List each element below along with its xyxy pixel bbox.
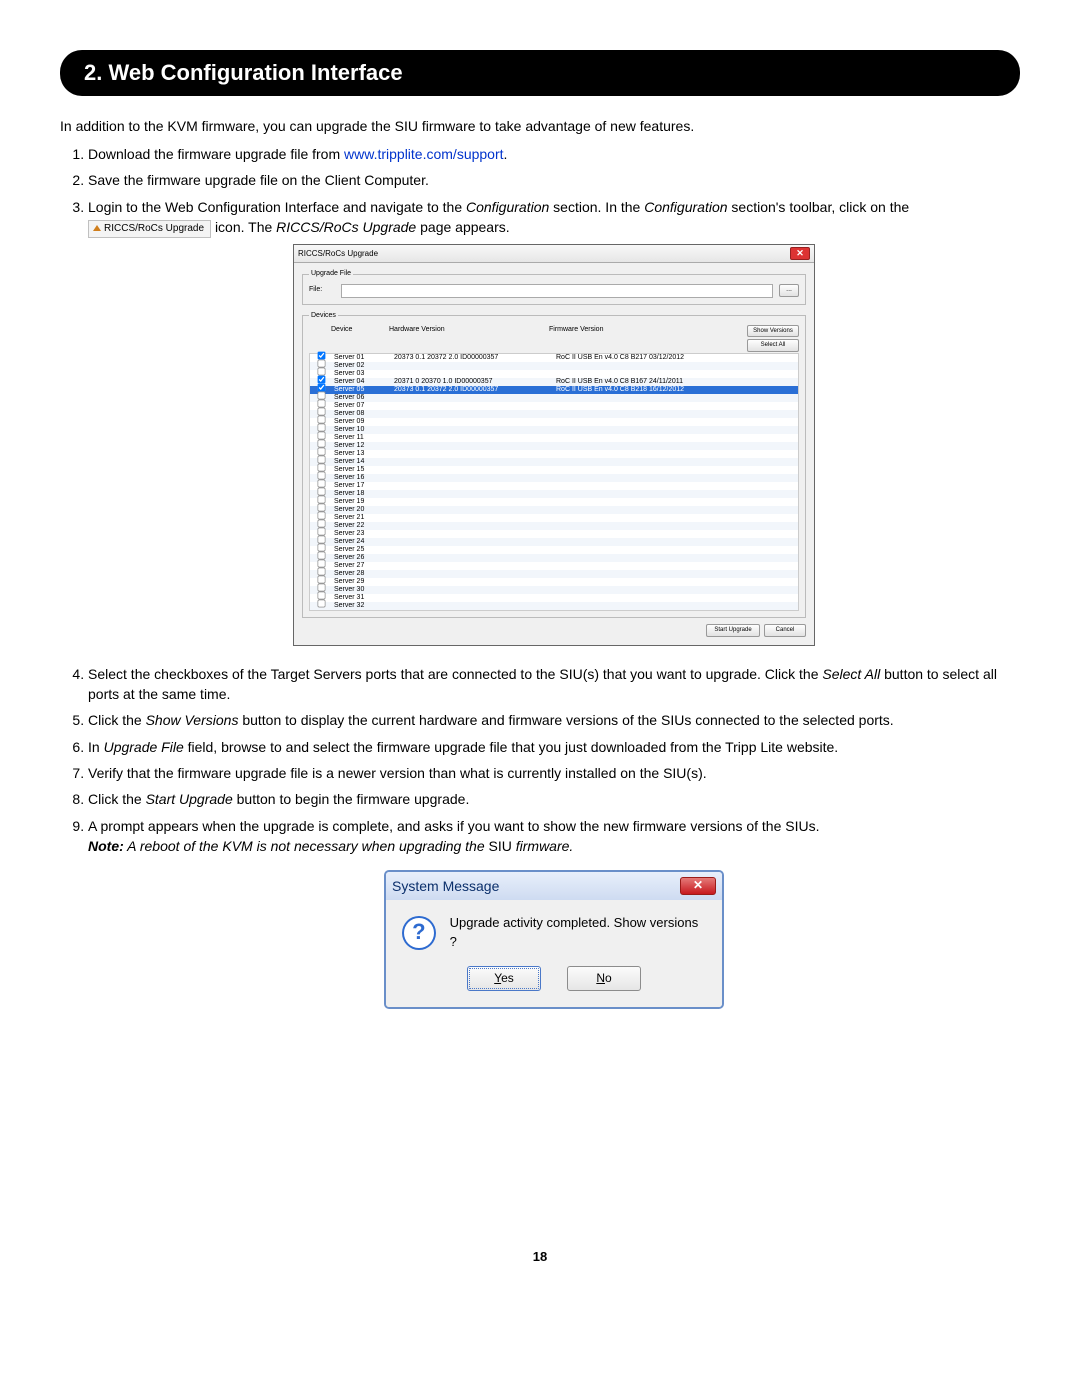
riccs-upgrade-window: RICCS/RoCs Upgrade ✕ Upgrade File File: … — [293, 244, 815, 645]
dialog-message: Upgrade activity completed. Show version… — [450, 914, 706, 952]
s9a: A prompt appears when the upgrade is com… — [88, 818, 820, 834]
devices-legend: Devices — [309, 311, 338, 321]
step-8: Click the Start Upgrade button to begin … — [88, 789, 1020, 809]
s5b: button to display the current hardware a… — [238, 712, 893, 728]
start-upgrade-button[interactable]: Start Upgrade — [706, 624, 760, 637]
question-icon: ? — [402, 916, 436, 950]
row-device: Server 32 — [332, 601, 392, 611]
row-hw: 20373 0.1 20372 2.0 ID00000357 — [392, 385, 554, 395]
close-icon[interactable]: ✕ — [790, 247, 810, 260]
s3a: Login to the Web Configuration Interface… — [88, 199, 466, 215]
browse-button[interactable]: ... — [779, 284, 799, 296]
step-5: Click the Show Versions button to displa… — [88, 710, 1020, 730]
file-field[interactable] — [341, 284, 773, 298]
s6-field: Upgrade File — [104, 739, 184, 755]
no-button[interactable]: No — [567, 966, 641, 991]
cancel-button[interactable]: Cancel — [764, 624, 806, 637]
device-rows: Server 0120373 0.1 20372 2.0 ID00000357R… — [309, 353, 799, 611]
row-checkbox[interactable] — [317, 600, 325, 608]
step-2: Save the firmware upgrade file on the Cl… — [88, 170, 1020, 190]
step-6: In Upgrade File field, browse to and sel… — [88, 737, 1020, 757]
row-fw: RoC II USB En v4.0 C8 B218 16/12/2012 — [554, 385, 798, 395]
upgrade-file-group: Upgrade File File: ... — [302, 269, 806, 304]
col-hw: Hardware Version — [389, 325, 549, 335]
s9-note-fw: firmware. — [512, 838, 573, 854]
s3c: section's toolbar, click on the — [728, 199, 910, 215]
s6a: In — [88, 739, 104, 755]
row-hw: 20373 0.1 20372 2.0 ID00000357 — [392, 353, 554, 363]
step-9: A prompt appears when the upgrade is com… — [88, 816, 1020, 1010]
window-title: RICCS/RoCs Upgrade — [298, 248, 378, 260]
s9-note-siu: SIU — [489, 838, 512, 854]
step-1: Download the firmware upgrade file from … — [88, 144, 1020, 164]
step-1-a: Download the firmware upgrade file from — [88, 146, 344, 162]
devices-group: Devices Device Hardware Version Firmware… — [302, 311, 806, 619]
riccs-icon-label: RICCS/RoCs Upgrade — [104, 223, 204, 234]
s8b: button to begin the firmware upgrade. — [233, 791, 470, 807]
s3e: page appears. — [416, 219, 509, 235]
s9-note: A reboot of the KVM is not necessary whe… — [124, 838, 489, 854]
step-3: Login to the Web Configuration Interface… — [88, 197, 1020, 646]
show-versions-button[interactable]: Show Versions — [747, 325, 799, 338]
s3-page: RICCS/RoCs Upgrade — [276, 219, 416, 235]
file-label: File: — [309, 285, 335, 295]
col-device: Device — [331, 325, 389, 335]
dialog-titlebar: System Message ✕ — [386, 872, 722, 900]
riccs-upgrade-icon: RICCS/RoCs Upgrade — [88, 220, 211, 239]
dialog-title: System Message — [392, 876, 499, 896]
up-arrow-icon — [93, 225, 101, 231]
table-row[interactable]: Server 32 — [310, 602, 798, 610]
s3d: icon. The — [215, 219, 276, 235]
section-header: 2. Web Configuration Interface — [60, 50, 1020, 96]
dialog-close-icon[interactable]: ✕ — [680, 877, 716, 895]
window-titlebar: RICCS/RoCs Upgrade ✕ — [294, 245, 814, 263]
s3-conf2: Configuration — [644, 199, 727, 215]
support-link[interactable]: www.tripplite.com/support — [344, 146, 504, 162]
system-message-dialog: System Message ✕ ? Upgrade activity comp… — [384, 870, 724, 1009]
select-all-button[interactable]: Select All — [747, 339, 799, 352]
s5-btn: Show Versions — [146, 712, 239, 728]
step-1-b: . — [504, 146, 508, 162]
yes-button[interactable]: Yes — [467, 966, 541, 991]
upgrade-file-legend: Upgrade File — [309, 269, 353, 279]
s4a: Select the checkboxes of the Target Serv… — [88, 666, 822, 682]
s3-conf1: Configuration — [466, 199, 549, 215]
row-fw: RoC II USB En v4.0 C8 B217 03/12/2012 — [554, 353, 798, 363]
intro-text: In addition to the KVM firmware, you can… — [60, 118, 1020, 134]
page-number: 18 — [60, 1249, 1020, 1264]
s6b: field, browse to and select the firmware… — [184, 739, 838, 755]
step-7: Verify that the firmware upgrade file is… — [88, 763, 1020, 783]
s9-note-label: Note: — [88, 838, 124, 854]
step-4: Select the checkboxes of the Target Serv… — [88, 664, 1020, 705]
s3b: section. In the — [549, 199, 644, 215]
s5a: Click the — [88, 712, 146, 728]
s4-btn: Select All — [822, 666, 880, 682]
col-fw: Firmware Version — [549, 325, 747, 335]
s8a: Click the — [88, 791, 146, 807]
s8-btn: Start Upgrade — [146, 791, 233, 807]
